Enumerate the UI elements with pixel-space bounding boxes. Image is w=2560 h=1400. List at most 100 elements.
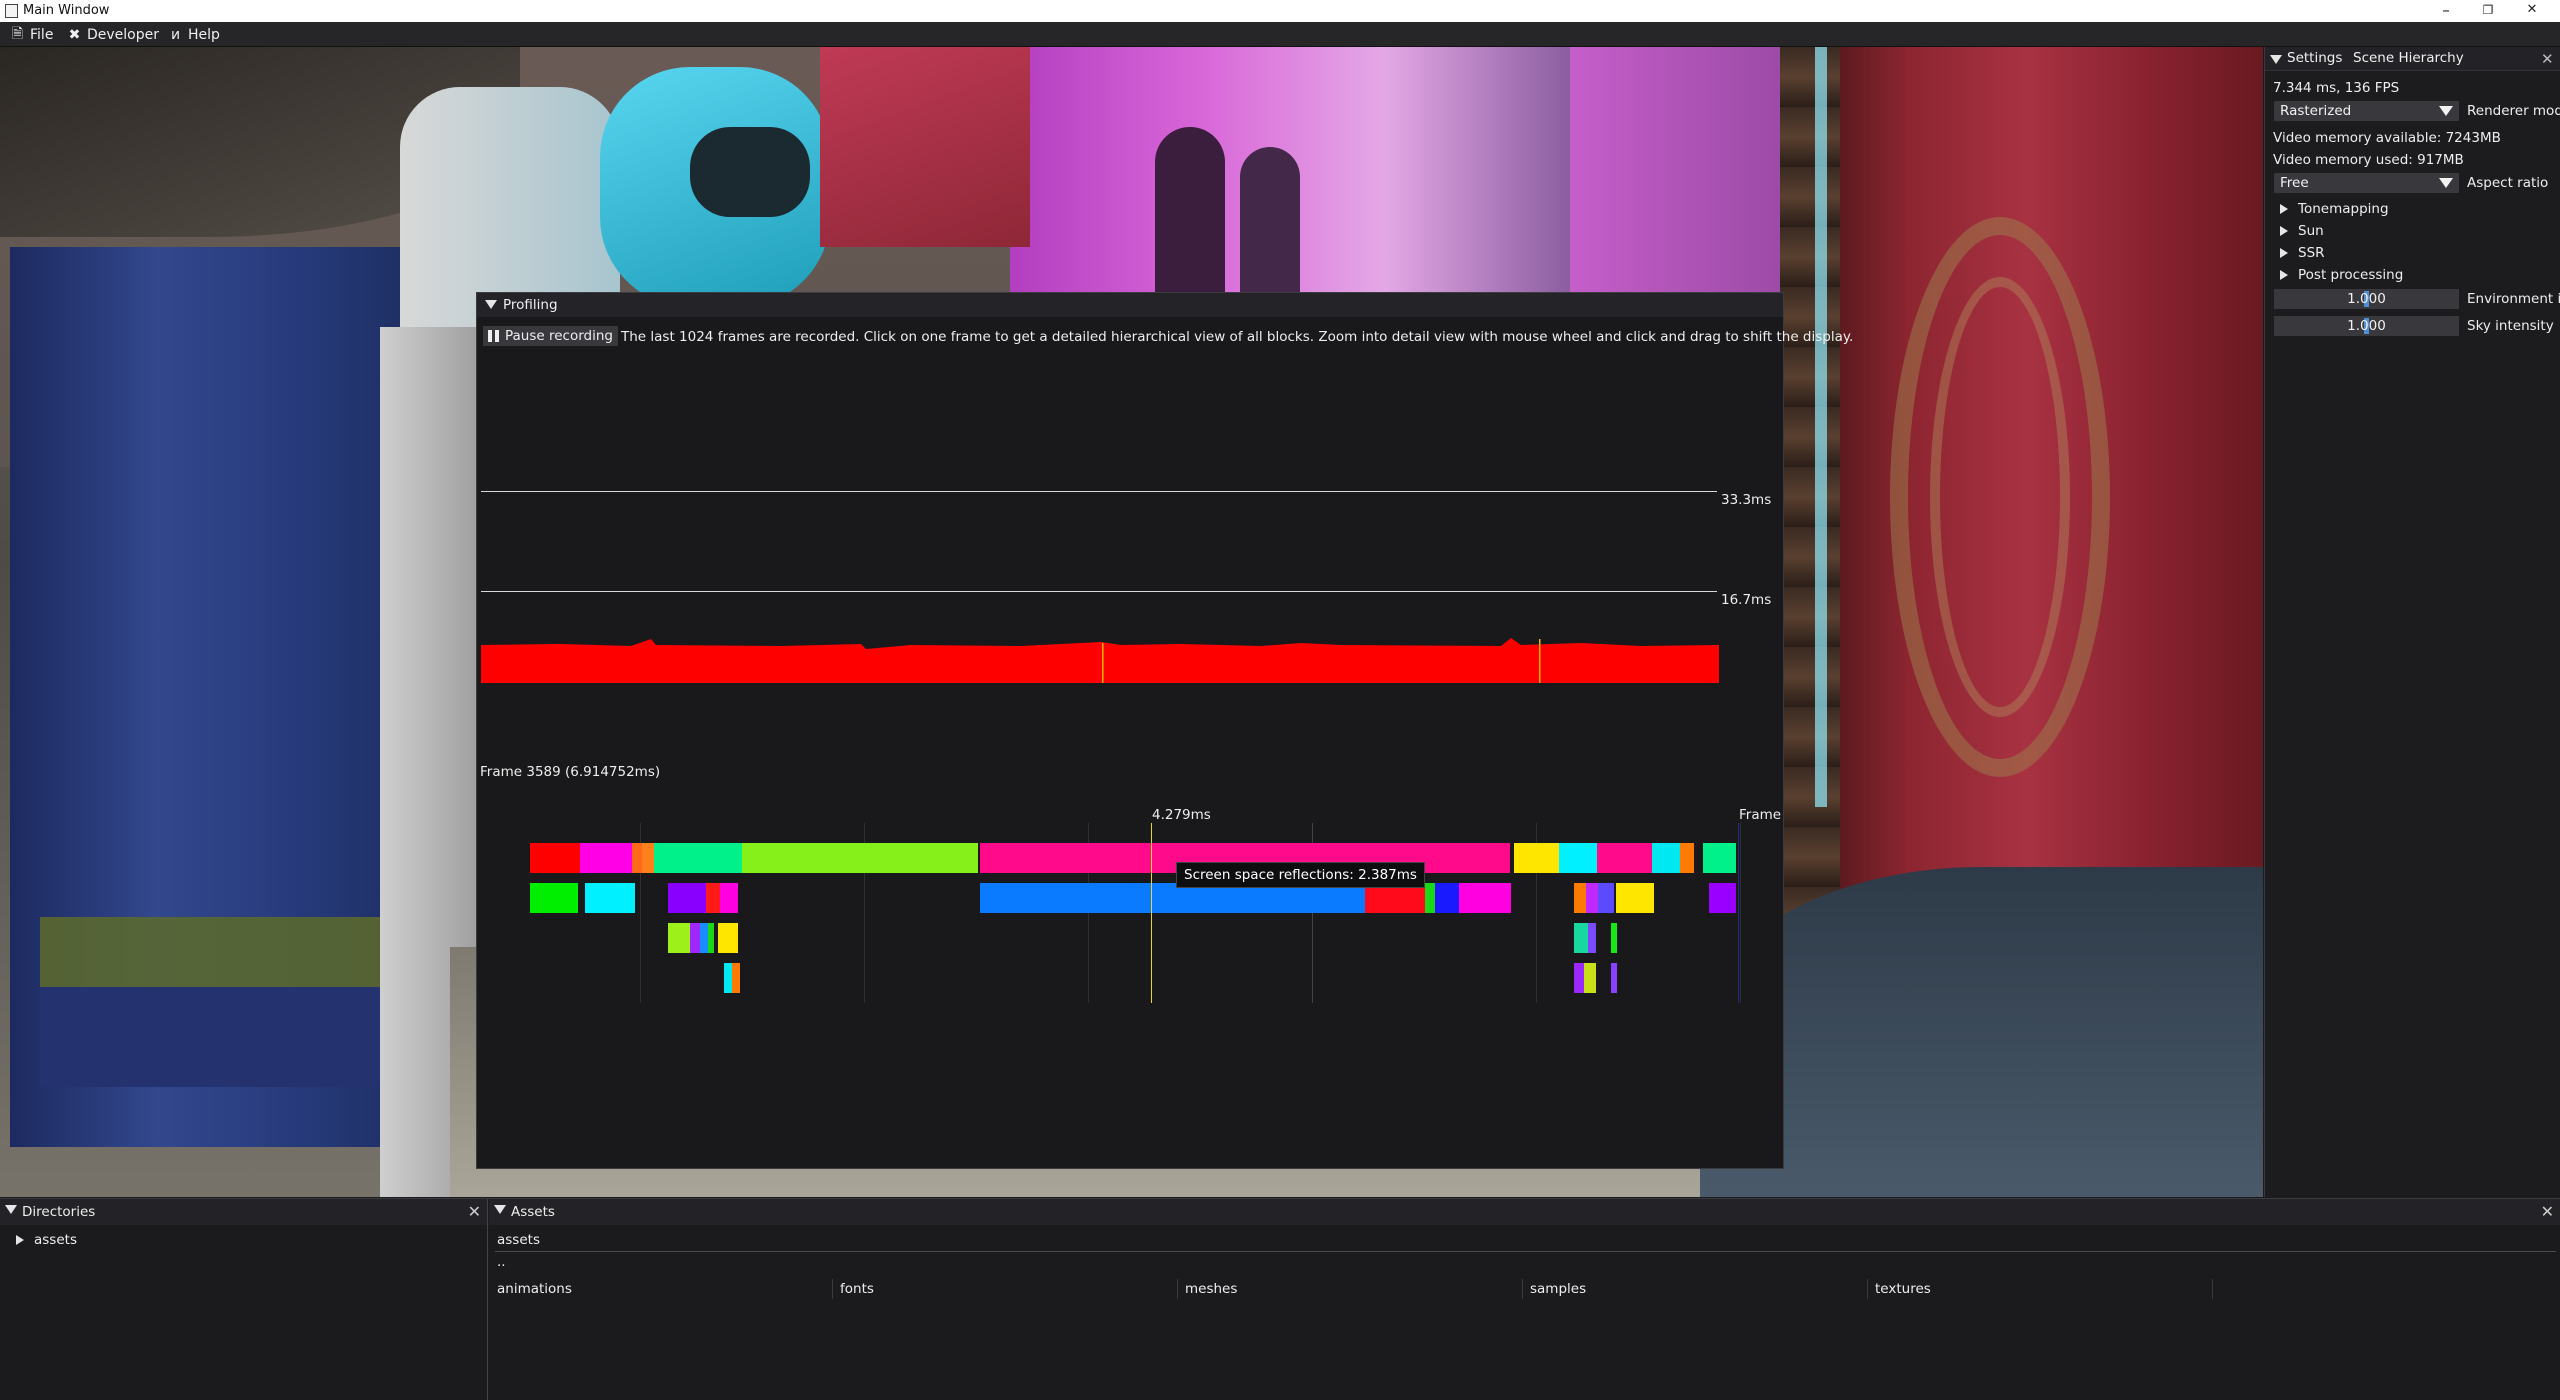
- profiler-block[interactable]: [708, 923, 714, 953]
- sky-intensity-label: Sky intensity: [2467, 318, 2554, 334]
- section-tonemapping[interactable]: Tonemapping: [2280, 201, 2389, 217]
- profiling-window[interactable]: Profiling Pause recording The last 1024 …: [476, 292, 1853, 1169]
- column-divider: [1867, 1279, 1868, 1299]
- folder-textures[interactable]: textures: [1875, 1281, 1931, 1297]
- expand-icon: [2280, 204, 2288, 214]
- expand-icon: [16, 1235, 24, 1245]
- profiler-block[interactable]: [1611, 963, 1617, 993]
- menu-file-label: File: [30, 27, 54, 43]
- profiling-header[interactable]: Profiling: [477, 293, 1783, 317]
- section-ssr[interactable]: SSR: [2280, 245, 2325, 261]
- aspect-ratio-value: Free: [2280, 175, 2309, 191]
- profiler-block[interactable]: [1611, 923, 1617, 953]
- tab-scene-hierarchy[interactable]: Scene Hierarchy: [2353, 50, 2464, 66]
- menu-help-label: Help: [188, 27, 220, 43]
- profiler-block[interactable]: [1459, 883, 1511, 913]
- profiler-block[interactable]: [668, 923, 690, 953]
- environment-intensity-label: Environment i: [2467, 291, 2560, 307]
- parent-folder[interactable]: ..: [497, 1254, 506, 1270]
- menu-file[interactable]: 🗎 File: [10, 25, 54, 45]
- profiler-block[interactable]: [1435, 883, 1459, 913]
- restore-button[interactable]: ❐: [2466, 0, 2510, 22]
- frame-end-label: Frame: [1739, 807, 1782, 823]
- profiler-block[interactable]: [530, 843, 580, 873]
- folder-fonts[interactable]: fonts: [840, 1281, 874, 1297]
- collapse-icon[interactable]: [494, 1205, 506, 1214]
- minimize-button[interactable]: –: [2424, 0, 2468, 22]
- close-icon[interactable]: ✕: [2541, 1202, 2554, 1221]
- profiler-block[interactable]: [742, 843, 978, 873]
- environment-intensity-slider[interactable]: 1.000: [2274, 289, 2459, 309]
- folder-animations[interactable]: animations: [497, 1281, 572, 1297]
- profiler-block[interactable]: [1709, 883, 1736, 913]
- profiler-block[interactable]: [1559, 843, 1597, 873]
- collapse-icon[interactable]: [2270, 55, 2282, 64]
- collapse-icon[interactable]: [485, 300, 497, 309]
- profiler-block[interactable]: [690, 923, 700, 953]
- profiler-block[interactable]: [1680, 843, 1694, 873]
- profiler-block[interactable]: [1616, 883, 1654, 913]
- directory-label: assets: [34, 1232, 77, 1248]
- tab-settings[interactable]: Settings: [2287, 50, 2342, 66]
- close-panel-icon[interactable]: ✕: [2541, 50, 2554, 68]
- block-tooltip: Screen space reflections: 2.387ms: [1176, 862, 1425, 888]
- cursor-time-label: 4.279ms: [1152, 807, 1211, 823]
- menu-help[interactable]: ᴎ Help: [168, 25, 220, 45]
- profiler-block[interactable]: [1574, 923, 1588, 953]
- profiler-block[interactable]: [580, 843, 632, 873]
- profiler-block[interactable]: [1425, 883, 1435, 913]
- frame-stats: 7.344 ms, 136 FPS: [2273, 80, 2400, 96]
- directory-item-assets[interactable]: assets: [16, 1232, 77, 1248]
- sky-intensity-slider[interactable]: 1.000: [2274, 316, 2459, 336]
- section-post-processing[interactable]: Post processing: [2280, 267, 2403, 283]
- profiler-block[interactable]: [1574, 963, 1584, 993]
- profiler-block[interactable]: [1598, 883, 1614, 913]
- frame-time-graph[interactable]: [481, 633, 1719, 683]
- profiler-block[interactable]: [654, 843, 742, 873]
- profiler-block[interactable]: [585, 883, 635, 913]
- close-icon[interactable]: ✕: [468, 1202, 481, 1221]
- profiler-block[interactable]: [706, 883, 720, 913]
- aspect-ratio-select[interactable]: Free: [2274, 173, 2459, 193]
- profiler-block[interactable]: [718, 923, 738, 953]
- selected-frame-label: Frame 3589 (6.914752ms): [480, 764, 661, 780]
- profiler-block[interactable]: [632, 843, 642, 873]
- app-icon: [5, 4, 18, 18]
- profiler-block[interactable]: [530, 883, 578, 913]
- collapse-icon[interactable]: [5, 1205, 17, 1214]
- directories-panel: Directories ✕ assets: [0, 1199, 488, 1400]
- profiler-block[interactable]: [1586, 883, 1598, 913]
- profiler-block[interactable]: [720, 883, 738, 913]
- profiler-block[interactable]: [700, 923, 708, 953]
- threshold-label-16ms: 16.7ms: [1721, 592, 1772, 608]
- menu-developer[interactable]: ✖ Developer: [67, 25, 159, 45]
- window-title: Main Window: [23, 3, 110, 18]
- section-sun[interactable]: Sun: [2280, 223, 2324, 239]
- expand-icon: [2280, 248, 2288, 258]
- profiler-block[interactable]: [724, 963, 732, 993]
- folder-samples[interactable]: samples: [1530, 1281, 1586, 1297]
- directories-title: Directories: [22, 1204, 96, 1220]
- renderer-mode-select[interactable]: Rasterized: [2274, 101, 2459, 121]
- threshold-line-33ms: [481, 491, 1717, 492]
- sky-intensity-value: 1.000: [2347, 318, 2386, 334]
- folder-meshes[interactable]: meshes: [1185, 1281, 1237, 1297]
- profiler-block[interactable]: [1584, 963, 1596, 993]
- close-window-button[interactable]: ✕: [2510, 0, 2554, 22]
- asset-path: assets: [497, 1232, 540, 1248]
- timeline-gridline: [1740, 823, 1741, 1003]
- pause-recording-button[interactable]: Pause recording: [483, 326, 618, 346]
- profiler-block[interactable]: [1588, 923, 1596, 953]
- profiler-block[interactable]: [642, 843, 654, 873]
- column-divider: [1177, 1279, 1178, 1299]
- profiler-block[interactable]: [1597, 843, 1652, 873]
- profiler-block[interactable]: [1514, 843, 1559, 873]
- profiler-block[interactable]: [1652, 843, 1680, 873]
- profiler-block[interactable]: [1574, 883, 1586, 913]
- wrench-icon: ✖: [68, 27, 81, 43]
- profiler-block[interactable]: [1703, 843, 1736, 873]
- column-divider: [1522, 1279, 1523, 1299]
- profiler-block[interactable]: [668, 883, 706, 913]
- divider: [495, 1251, 2556, 1252]
- profiler-block[interactable]: [732, 963, 740, 993]
